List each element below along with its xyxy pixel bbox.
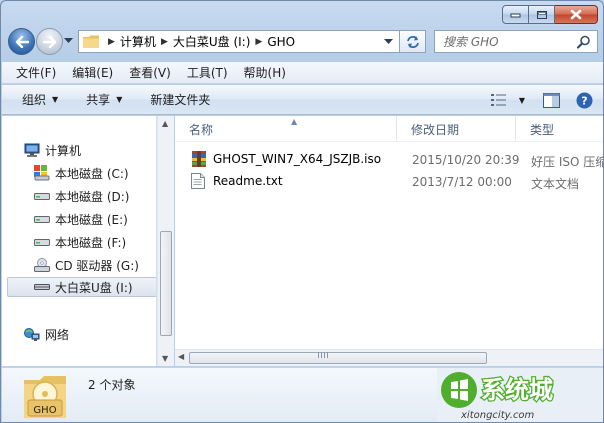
file-type-cell: 文本文档 bbox=[531, 177, 580, 191]
navigation-row: ▶ 计算机 ▶ 大白菜U盘 (I:) ▶ GHO bbox=[1, 28, 603, 58]
back-arrow-icon bbox=[15, 35, 29, 48]
chevron-down-icon: ▼ bbox=[116, 95, 123, 104]
details-pane: GHO 2 个对象 系统城 xitongcity.com bbox=[2, 367, 603, 422]
nav-item-drive-d[interactable]: 本地磁盘 (D:) bbox=[34, 186, 129, 206]
menu-tools[interactable]: 工具(T) bbox=[179, 63, 236, 83]
nav-item-network[interactable]: 网络 bbox=[24, 324, 69, 344]
file-date-cell: 2015/10/20 20:39 bbox=[412, 153, 520, 167]
breadcrumb-usb-drive[interactable]: 大白菜U盘 (I:) ▶ bbox=[173, 31, 267, 52]
file-row[interactable]: Readme.txt 2013/7/12 00:00 文本文档 bbox=[175, 170, 603, 192]
scrollbar-thumb[interactable] bbox=[189, 352, 487, 364]
drive-icon bbox=[34, 234, 50, 250]
forward-arrow-icon bbox=[42, 35, 56, 48]
breadcrumb-separator[interactable]: ▶ bbox=[161, 37, 168, 47]
breadcrumb-separator[interactable]: ▶ bbox=[108, 37, 115, 47]
nav-item-drive-f[interactable]: 本地磁盘 (F:) bbox=[34, 232, 126, 252]
navigation-pane-scrollbar[interactable]: ▲ ▼ bbox=[157, 116, 174, 366]
menu-view[interactable]: 查看(V) bbox=[121, 63, 179, 83]
file-type-cell: 好压 ISO 压缩 bbox=[531, 155, 604, 169]
close-icon bbox=[570, 9, 582, 20]
network-icon bbox=[24, 326, 40, 342]
breadcrumb-gho[interactable]: GHO bbox=[267, 31, 295, 52]
command-bar: 组织 ▼ 共享 ▼ 新建文件夹 ▼ ? bbox=[2, 85, 603, 115]
maximize-icon bbox=[536, 10, 547, 19]
search-input[interactable] bbox=[443, 31, 573, 52]
text-file-icon bbox=[191, 173, 207, 189]
forward-button[interactable] bbox=[36, 28, 63, 55]
file-date-cell: 2013/7/12 00:00 bbox=[412, 175, 512, 189]
folder-icon bbox=[83, 35, 99, 48]
search-box bbox=[434, 30, 598, 53]
explorer-window: ▶ 计算机▶ 大白菜U盘 (I:)▶ GHO 文件(F) 编辑(E) 查看(V)… bbox=[0, 0, 604, 423]
scroll-down-icon[interactable]: ▼ bbox=[162, 354, 168, 363]
preview-pane-icon bbox=[543, 92, 560, 108]
column-header-type[interactable]: 类型 bbox=[516, 116, 603, 142]
chevron-down-icon: ▼ bbox=[518, 95, 525, 105]
minimize-icon bbox=[510, 13, 520, 17]
svg-text:?: ? bbox=[581, 94, 587, 107]
help-button[interactable]: ? bbox=[576, 88, 593, 112]
refresh-icon bbox=[406, 35, 419, 48]
nav-item-drive-g[interactable]: CD 驱动器 (G:) bbox=[34, 255, 139, 275]
search-icon[interactable] bbox=[577, 35, 591, 49]
usb-drive-large-icon: GHO bbox=[24, 376, 66, 418]
scrollbar-grip bbox=[318, 352, 328, 358]
menu-help[interactable]: 帮助(H) bbox=[236, 63, 294, 83]
new-folder-button[interactable]: 新建文件夹 bbox=[142, 88, 218, 112]
xitongcity-watermark-logo: 系统城 xitongcity.com bbox=[437, 368, 603, 422]
file-name-cell: GHOST_WIN7_X64_JSZJB.iso bbox=[191, 151, 381, 167]
scrollbar-thumb[interactable] bbox=[160, 231, 172, 336]
organize-button[interactable]: 组织 ▼ bbox=[14, 88, 66, 112]
file-list: ▲ 名称 修改日期 类型 GHOST_WIN7_X64_JSZJB.iso 20… bbox=[175, 116, 604, 366]
details-view-icon bbox=[490, 94, 506, 106]
address-dropdown-icon[interactable] bbox=[384, 39, 393, 45]
nav-item-computer[interactable]: 计算机 bbox=[24, 140, 81, 160]
maximize-button[interactable] bbox=[529, 5, 555, 24]
svg-text:GHO: GHO bbox=[33, 405, 56, 416]
breadcrumb-separator[interactable]: ▶ bbox=[255, 37, 262, 47]
svg-text:系统城: 系统城 bbox=[481, 376, 553, 404]
nav-item-drive-c[interactable]: 本地磁盘 (C:) bbox=[34, 163, 129, 183]
menu-edit[interactable]: 编辑(E) bbox=[64, 63, 121, 83]
svg-text:xitongcity.com: xitongcity.com bbox=[460, 410, 535, 421]
archive-icon bbox=[191, 151, 207, 167]
file-name-cell: Readme.txt bbox=[191, 173, 283, 189]
column-header-date[interactable]: 修改日期 bbox=[397, 116, 516, 142]
drive-icon bbox=[34, 188, 50, 204]
help-icon: ? bbox=[576, 92, 593, 108]
share-button[interactable]: 共享 ▼ bbox=[78, 88, 130, 112]
preview-pane-button[interactable] bbox=[543, 88, 560, 112]
nav-item-drive-e[interactable]: 本地磁盘 (E:) bbox=[34, 209, 128, 229]
item-count: 2 个对象 bbox=[88, 378, 136, 392]
address-bar[interactable]: ▶ 计算机 ▶ 大白菜U盘 (I:) ▶ GHO bbox=[78, 30, 400, 53]
back-button[interactable] bbox=[8, 28, 35, 55]
file-list-scrollbar[interactable]: ◀ bbox=[175, 349, 603, 366]
scroll-left-icon[interactable]: ◀ bbox=[178, 352, 184, 361]
history-dropdown-icon[interactable] bbox=[64, 38, 73, 44]
navigation-pane: 计算机 本地磁盘 (C:) 本地磁盘 (D:) 本地磁盘 (E:) 本地磁盘 (… bbox=[2, 116, 157, 366]
breadcrumb-computer[interactable]: 计算机 ▶ bbox=[120, 31, 173, 52]
view-controls: ▼ ? bbox=[490, 85, 603, 115]
file-row[interactable]: GHOST_WIN7_X64_JSZJB.iso 2015/10/20 20:3… bbox=[175, 148, 604, 170]
nav-item-drive-i[interactable]: 大白菜U盘 (I:) bbox=[7, 277, 156, 297]
menu-bar: 文件(F) 编辑(E) 查看(V) 工具(T) 帮助(H) bbox=[2, 62, 603, 84]
usb-drive-icon bbox=[34, 279, 50, 295]
chevron-down-icon: ▼ bbox=[52, 95, 59, 104]
menu-file[interactable]: 文件(F) bbox=[8, 63, 64, 83]
caption-buttons bbox=[502, 5, 598, 24]
minimize-button[interactable] bbox=[502, 5, 529, 24]
system-drive-icon bbox=[34, 165, 50, 181]
change-view-button[interactable]: ▼ bbox=[490, 88, 525, 112]
cd-drive-icon bbox=[34, 257, 50, 273]
column-headers: ▲ 名称 修改日期 类型 bbox=[175, 116, 603, 142]
computer-icon bbox=[24, 142, 40, 158]
scroll-up-icon[interactable]: ▲ bbox=[162, 119, 168, 128]
drive-icon bbox=[34, 211, 50, 227]
refresh-button[interactable] bbox=[400, 30, 426, 53]
close-button[interactable] bbox=[555, 5, 598, 24]
column-header-name[interactable]: 名称 bbox=[175, 116, 397, 142]
